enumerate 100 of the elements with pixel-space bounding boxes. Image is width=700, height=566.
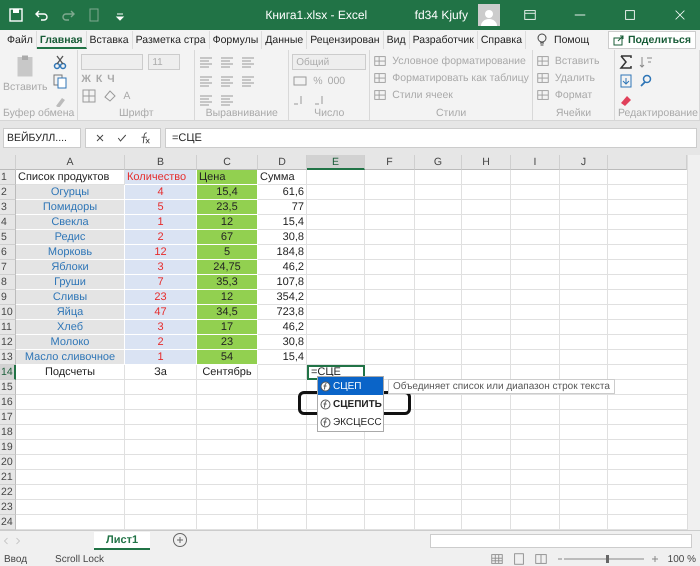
- table-cell: 15,4: [197, 185, 258, 200]
- column-header[interactable]: B: [125, 155, 197, 170]
- column-header[interactable]: I: [511, 155, 560, 170]
- row-header[interactable]: 17: [0, 410, 16, 425]
- table-cell: Свекла: [16, 215, 125, 230]
- sheet-tab[interactable]: Лист1: [94, 532, 150, 550]
- row-header[interactable]: 8: [0, 275, 16, 290]
- ribbon-tab[interactable]: Формулы: [210, 31, 262, 49]
- ribbon-display-icon[interactable]: [523, 8, 537, 22]
- row-header[interactable]: 22: [0, 485, 16, 500]
- zoom-level[interactable]: 100 %: [668, 554, 696, 564]
- column-header[interactable]: A: [16, 155, 125, 170]
- ribbon-tab[interactable]: Разработчик: [410, 31, 478, 49]
- row-header[interactable]: 7: [0, 260, 16, 275]
- row-header[interactable]: 20: [0, 455, 16, 470]
- cancel-icon[interactable]: [94, 132, 106, 144]
- share-button[interactable]: Поделиться: [608, 31, 696, 49]
- column-header[interactable]: G: [415, 155, 462, 170]
- ribbon-tab[interactable]: Справка: [478, 31, 526, 49]
- table-cell: 23,5: [197, 200, 258, 215]
- status-text: Scroll Lock: [55, 554, 104, 564]
- row-header[interactable]: 19: [0, 440, 16, 455]
- enter-icon[interactable]: [116, 132, 128, 144]
- table-cell: 2: [125, 335, 197, 350]
- function-icon: [320, 398, 331, 410]
- row-header[interactable]: 14: [0, 365, 16, 380]
- normal-view-icon[interactable]: [490, 552, 504, 566]
- add-sheet-icon[interactable]: [172, 532, 188, 548]
- user-name[interactable]: fd34 Kjufy: [414, 8, 468, 22]
- column-header[interactable]: D: [258, 155, 307, 170]
- row-header[interactable]: 9: [0, 290, 16, 305]
- table-cell: 23: [197, 335, 258, 350]
- row-header[interactable]: 16: [0, 395, 16, 410]
- autocomplete-item[interactable]: СЦЕП: [318, 377, 383, 395]
- column-header[interactable]: J: [560, 155, 608, 170]
- select-all-corner[interactable]: [0, 155, 16, 170]
- row-header[interactable]: 12: [0, 335, 16, 350]
- name-box[interactable]: ВЕЙБУЛЛ....: [3, 128, 81, 148]
- table-cell-text: Подсчеты: [44, 365, 96, 380]
- table-cell: 5: [125, 200, 197, 215]
- ribbon-tab[interactable]: Файл: [4, 31, 37, 49]
- close-icon[interactable]: [673, 8, 687, 22]
- page-break-icon[interactable]: [534, 552, 548, 566]
- table-cell: Цена: [197, 170, 258, 185]
- column-header[interactable]: E: [307, 155, 365, 170]
- table-cell-text: Список продуктов: [17, 170, 110, 185]
- table-cell: 3: [125, 260, 197, 275]
- ribbon-tab[interactable]: Вставка: [86, 31, 133, 49]
- row-header[interactable]: 3: [0, 200, 16, 215]
- share-icon: [612, 34, 625, 46]
- column-header[interactable]: [608, 155, 687, 170]
- row-header[interactable]: 23: [0, 500, 16, 515]
- row-header[interactable]: 11: [0, 320, 16, 335]
- table-cell-text: 46,2: [282, 320, 305, 335]
- table-cell: Сливы: [16, 290, 125, 305]
- table-cell-text: 15,4: [282, 215, 305, 230]
- row-header[interactable]: 5: [0, 230, 16, 245]
- save-icon[interactable]: [8, 7, 24, 23]
- group-label: Выравнивание: [204, 107, 279, 120]
- ribbon-tab[interactable]: Рецензирован: [307, 31, 384, 49]
- ribbon-tab[interactable]: Вид: [384, 31, 410, 49]
- horizontal-scrollbar[interactable]: [430, 534, 692, 548]
- group-label: Стили: [434, 107, 468, 120]
- row-header[interactable]: 4: [0, 215, 16, 230]
- group-label: Шрифт: [118, 107, 155, 120]
- row-header[interactable]: 10: [0, 305, 16, 320]
- table-cell: 24,75: [197, 260, 258, 275]
- table-cell: 23: [125, 290, 197, 305]
- row-header[interactable]: 21: [0, 470, 16, 485]
- table-cell: Яйца: [16, 305, 125, 320]
- table-cell-text: 184,8: [275, 245, 305, 260]
- row-header[interactable]: 2: [0, 185, 16, 200]
- formula-field[interactable]: =СЦЕ: [165, 128, 697, 148]
- row-header[interactable]: 6: [0, 245, 16, 260]
- table-cell-text: Сентябрь: [201, 365, 253, 380]
- column-header[interactable]: C: [197, 155, 258, 170]
- row-header[interactable]: 1: [0, 170, 16, 185]
- row-header[interactable]: 24: [0, 515, 16, 530]
- autocomplete-item[interactable]: СЦЕПИТЬ: [318, 395, 383, 413]
- table-cell: 1: [125, 215, 197, 230]
- avatar-icon[interactable]: [478, 4, 500, 26]
- tell-me-field[interactable]: Помощ: [554, 34, 590, 46]
- table-cell-text: За: [153, 365, 168, 380]
- table-cell: 12: [125, 245, 197, 260]
- group-label: Редактирование: [618, 107, 696, 120]
- column-header[interactable]: H: [462, 155, 511, 170]
- table-cell: 1: [125, 350, 197, 365]
- maximize-icon[interactable]: [623, 8, 637, 22]
- zoom-slider-icon[interactable]: [556, 553, 660, 565]
- ribbon-tab[interactable]: Разметка стра: [132, 31, 210, 49]
- autocomplete-item[interactable]: ЭКСЦЕСС: [318, 413, 383, 431]
- vertical-scrollbar[interactable]: [687, 155, 700, 530]
- column-header[interactable]: F: [365, 155, 415, 170]
- table-cell: 17: [197, 320, 258, 335]
- table-cell: 3: [125, 320, 197, 335]
- row-header[interactable]: 15: [0, 380, 16, 395]
- ribbon-tab[interactable]: Данные: [262, 31, 308, 49]
- row-header[interactable]: 18: [0, 425, 16, 440]
- row-header[interactable]: 13: [0, 350, 16, 365]
- page-layout-icon[interactable]: [512, 552, 526, 566]
